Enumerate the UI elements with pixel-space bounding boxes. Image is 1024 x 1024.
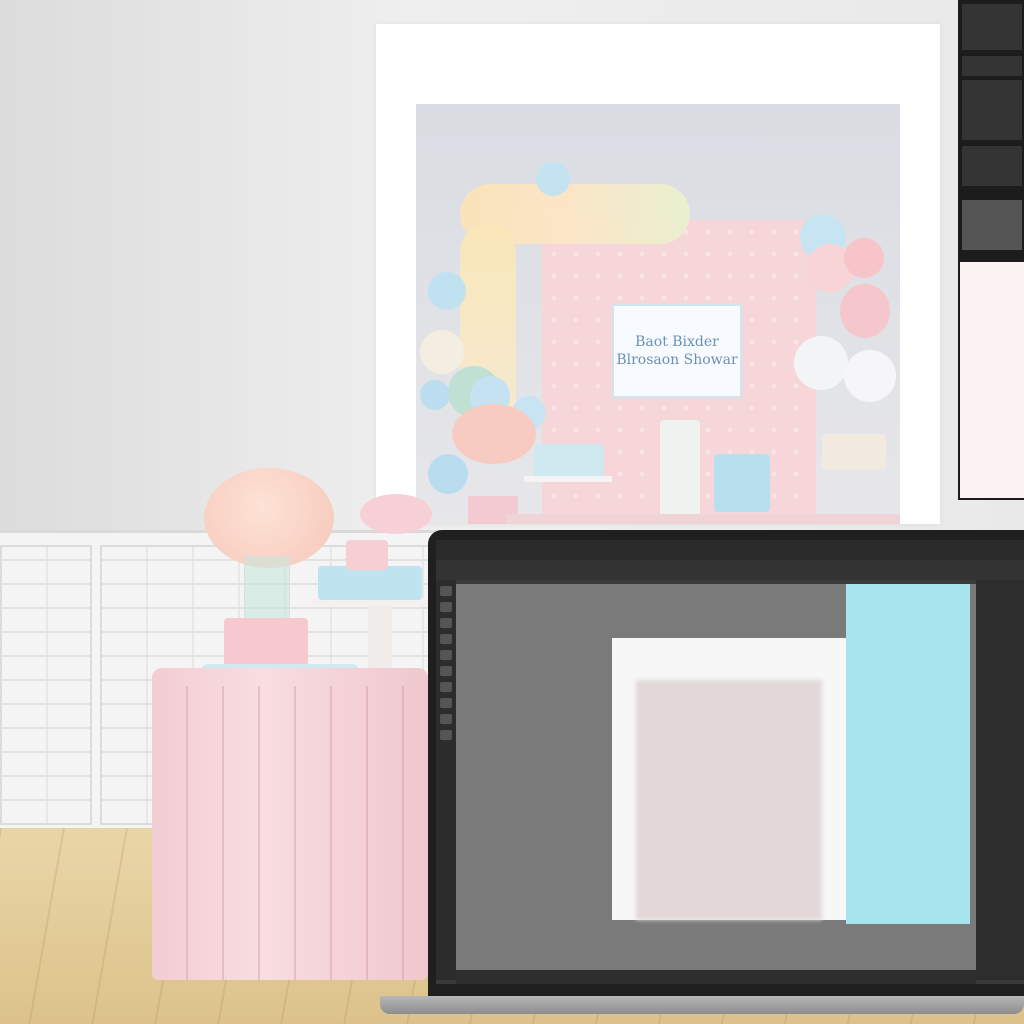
tool-icon[interactable] [440, 650, 452, 660]
monitor-panel [962, 146, 1022, 186]
table-pleat [186, 686, 188, 980]
table-pleat [258, 686, 260, 980]
balloon [420, 330, 464, 374]
balloon [428, 272, 466, 310]
table-pleat [294, 686, 296, 980]
app-menu-bar [436, 540, 1024, 560]
balloon [844, 238, 884, 278]
sign-line-1: Baot Bixder [635, 334, 719, 350]
glass-vase [244, 556, 290, 622]
table-pleat [366, 686, 368, 980]
canvas-image-preview [636, 680, 822, 920]
paper-fan-decor [360, 494, 432, 534]
tool-icon[interactable] [440, 586, 452, 596]
background-monitor [958, 0, 1024, 500]
layers-panel [976, 580, 1024, 980]
status-text [456, 979, 462, 987]
monitor-panel [962, 56, 1022, 76]
tool-icon[interactable] [440, 682, 452, 692]
monitor-panel [962, 200, 1022, 250]
table-pleat [330, 686, 332, 980]
monitor-image-preview [960, 262, 1024, 498]
party-backdrop-photo: Baot Bixder Blrosaon Showar [416, 104, 900, 524]
wainscot-panel-left [0, 545, 92, 825]
monitor-panel [962, 80, 1022, 140]
baby-shower-sign: Baot Bixder Blrosaon Showar [612, 304, 742, 398]
laptop-base [380, 996, 1024, 1014]
dessert-tier [822, 434, 886, 470]
monitor-panel [962, 4, 1022, 50]
balloon [840, 284, 890, 338]
balloon [536, 162, 570, 196]
tool-icon[interactable] [440, 618, 452, 628]
tall-cake-stand [660, 420, 700, 520]
table-pleat [222, 686, 224, 980]
dessert-table-edge [506, 514, 900, 524]
table-pleat [402, 686, 404, 980]
flower-centerpiece [452, 404, 536, 464]
laptop-screen [436, 540, 1024, 984]
balloon [428, 454, 468, 494]
cupcake-bowl [714, 454, 770, 512]
pink-skirted-table [152, 668, 428, 980]
options-bar [436, 560, 1024, 580]
tool-icon[interactable] [440, 666, 452, 676]
balloon [794, 336, 848, 390]
tiered-cake [318, 566, 422, 600]
cake-stand [524, 476, 612, 482]
tool-icon[interactable] [440, 602, 452, 612]
sign-line-2: Blrosaon Showar [616, 352, 738, 368]
cyan-color-swatch[interactable] [846, 584, 970, 924]
tool-icon[interactable] [440, 714, 452, 724]
tool-icon[interactable] [440, 730, 452, 740]
tool-icon[interactable] [440, 634, 452, 644]
cake [534, 444, 604, 478]
balloon [420, 380, 450, 410]
tool-icon[interactable] [440, 698, 452, 708]
tools-panel [436, 580, 456, 980]
status-bar [456, 970, 976, 984]
cake-stand-pillar [368, 606, 392, 668]
balloon [844, 350, 896, 402]
cake-top-tier [346, 540, 388, 570]
pink-flower-bouquet [204, 468, 334, 568]
